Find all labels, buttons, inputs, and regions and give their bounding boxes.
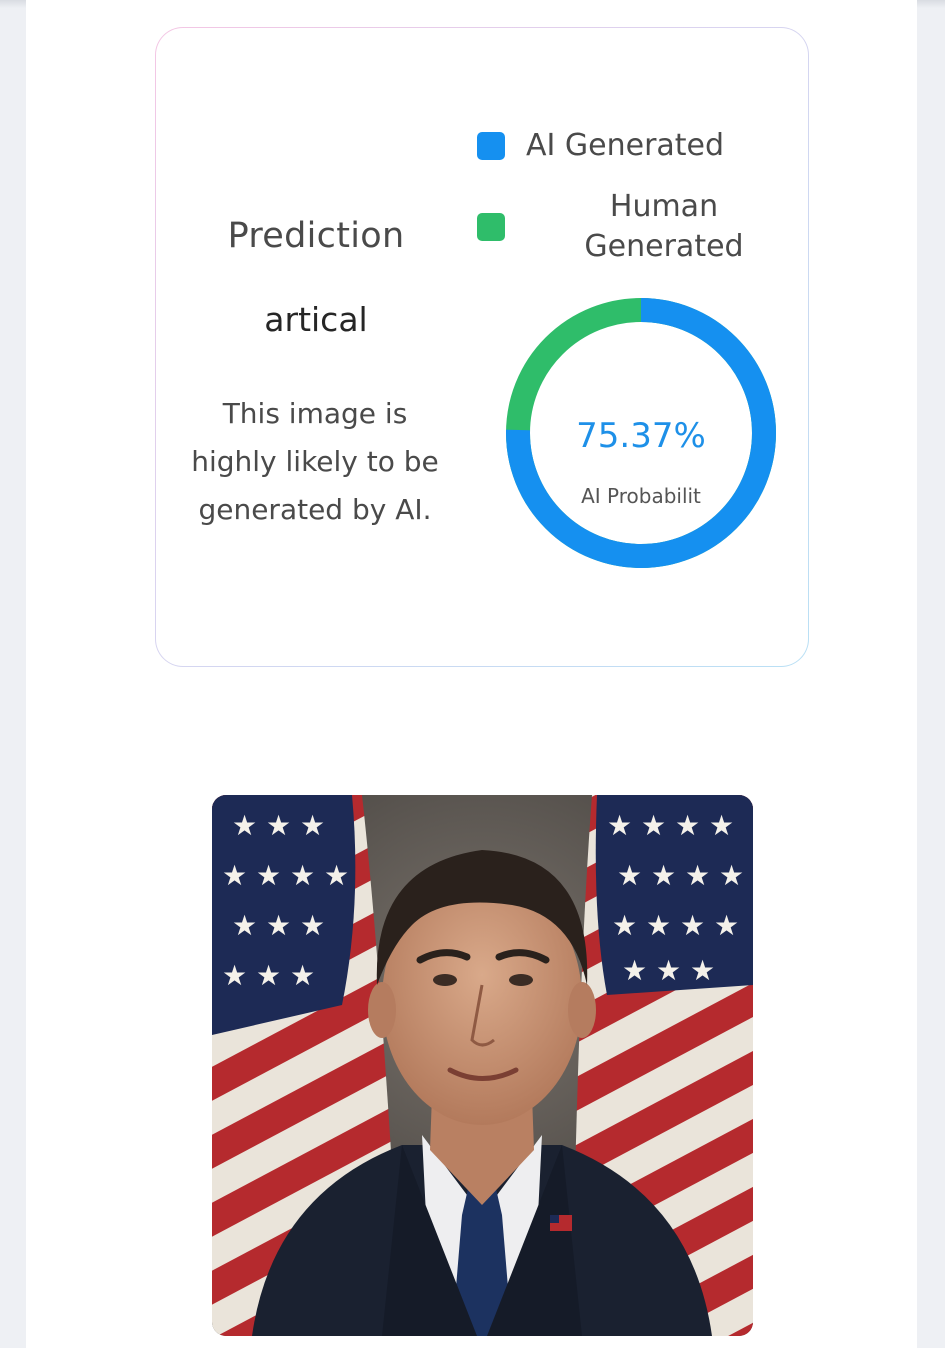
ai-probability-caption: AI Probabilit (581, 484, 701, 508)
human-legend-label-line2: Generated (584, 229, 744, 264)
probability-donut-chart: 75.37% AI Probabilit (504, 296, 778, 570)
svg-text:★ ★ ★: ★ ★ ★ (222, 959, 315, 992)
prediction-value: artical (264, 300, 368, 339)
ai-probability-percent: 75.37% (576, 416, 706, 456)
svg-text:★ ★ ★: ★ ★ ★ (622, 954, 715, 987)
svg-text:★ ★ ★ ★: ★ ★ ★ ★ (612, 909, 739, 942)
prediction-title: Prediction (227, 216, 405, 256)
prediction-card: Prediction artical This image is highly … (155, 27, 809, 667)
svg-text:★ ★ ★ ★: ★ ★ ★ ★ (222, 859, 349, 892)
human-legend-label-line1: Human (609, 189, 719, 224)
svg-text:★ ★ ★: ★ ★ ★ (232, 909, 325, 942)
uploaded-portrait-image: ★ ★ ★ ★ ★ ★ ★ ★ ★ ★ ★ ★ ★ ★ ★ ★ ★ ★ ★ ★ … (212, 795, 753, 1336)
svg-text:★ ★ ★ ★: ★ ★ ★ ★ (607, 809, 734, 842)
svg-text:★ ★ ★ ★: ★ ★ ★ ★ (617, 859, 744, 892)
human-legend-swatch (477, 213, 505, 241)
svg-text:★ ★ ★: ★ ★ ★ (232, 809, 325, 842)
portrait-illustration: ★ ★ ★ ★ ★ ★ ★ ★ ★ ★ ★ ★ ★ ★ ★ ★ ★ ★ ★ ★ … (212, 795, 753, 1336)
ai-legend-swatch (477, 132, 505, 160)
prediction-description: This image is highly likely to be genera… (191, 397, 439, 526)
ai-legend-label: AI Generated (526, 128, 725, 163)
